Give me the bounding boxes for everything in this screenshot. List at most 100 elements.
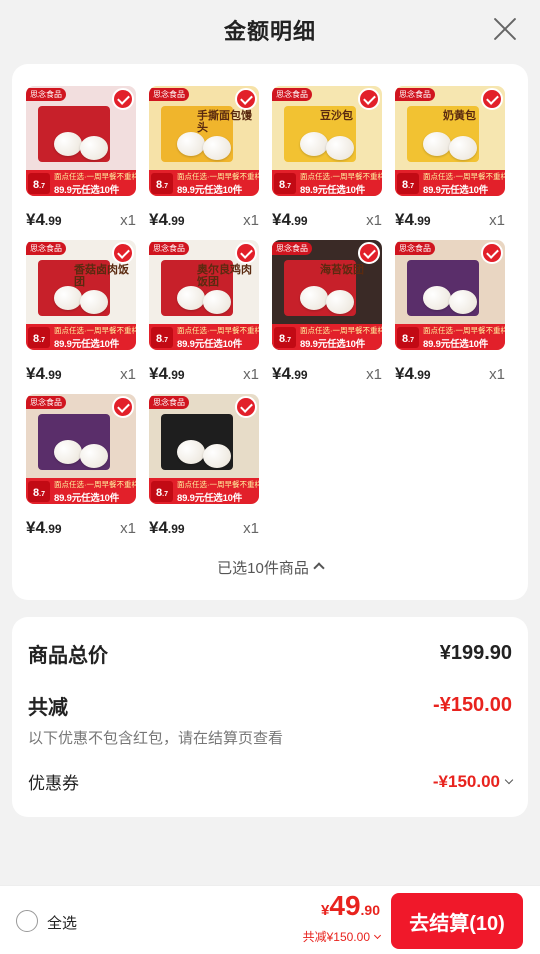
item-price-dec: .99 bbox=[44, 214, 62, 228]
promo-line2: 89.9元任选10件 bbox=[54, 185, 120, 196]
product-image: 思念食品 8.7 面点任选·一周早餐不重样 89.9元任选10件 bbox=[395, 240, 505, 350]
item-price-dec: .99 bbox=[167, 214, 185, 228]
bun-graphic bbox=[203, 290, 231, 314]
item-price: ¥4.99 bbox=[272, 364, 308, 384]
bun-graphic bbox=[449, 136, 477, 160]
promo-price-tag: 8.7 bbox=[28, 173, 50, 194]
checkmark-icon[interactable] bbox=[481, 88, 503, 110]
item-price-int: ¥4 bbox=[149, 518, 168, 537]
total-row: 商品总价 ¥199.90 bbox=[28, 639, 512, 668]
item-price-dec: .99 bbox=[44, 522, 62, 536]
item-price-int: ¥4 bbox=[272, 364, 291, 383]
brand-badge: 思念食品 bbox=[272, 88, 312, 101]
promo-line2: 89.9元任选10件 bbox=[177, 185, 243, 196]
bun-graphic bbox=[177, 132, 205, 156]
bun-graphic bbox=[300, 132, 328, 156]
promo-price-tag: 8.7 bbox=[274, 173, 296, 194]
item-price-int: ¥4 bbox=[26, 210, 45, 229]
coupon-row[interactable]: 优惠券 -¥150.00 bbox=[28, 769, 514, 794]
package-label: 手撕面包馒头 bbox=[197, 110, 252, 134]
checkmark-icon[interactable] bbox=[112, 396, 134, 418]
reduced-detail-toggle[interactable]: 共减¥150.00 bbox=[303, 928, 382, 945]
total-value: ¥199.90 bbox=[439, 642, 512, 664]
product-item[interactable]: 手撕面包馒头 思念食品 8.7 面点任选·一周早餐不重样 89.9元任选10件 ¥4.99… bbox=[149, 86, 259, 240]
bun-graphic bbox=[80, 136, 108, 160]
checkmark-icon[interactable] bbox=[235, 242, 257, 264]
product-item[interactable]: 豆沙包 思念食品 8.7 面点任选·一周早餐不重样 89.9元任选10件 ¥4.99 x1 bbox=[272, 86, 382, 240]
promo-strip: 8.7 面点任选·一周早餐不重样 89.9元任选10件 bbox=[272, 324, 382, 350]
bottom-bar: 全选 ¥49.90 共减¥150.00 去结算(10) bbox=[0, 885, 540, 954]
price-row: ¥4.99 x1 bbox=[395, 364, 505, 384]
product-item[interactable]: 奶黄包 思念食品 8.7 面点任选·一周早餐不重样 89.9元任选10件 ¥4.99 x1 bbox=[395, 86, 505, 240]
item-price-int: ¥4 bbox=[26, 364, 45, 383]
product-image: 奥尔良鸡肉饭团 思念食品 8.7 面点任选·一周早餐不重样 89.9元任选10件 bbox=[149, 240, 259, 350]
page-title: 金额明细 bbox=[223, 19, 316, 44]
promo-line1: 面点任选·一周早餐不重样 bbox=[177, 326, 259, 335]
product-list-card: 思念食品 8.7 面点任选·一周早餐不重样 89.9元任选10件 ¥4.99 x1 手撕面包… bbox=[12, 64, 528, 600]
promo-price-dec: .7 bbox=[162, 491, 168, 498]
checkout-button[interactable]: 去结算(10) bbox=[391, 893, 523, 949]
product-image: 思念食品 8.7 面点任选·一周早餐不重样 89.9元任选10件 bbox=[149, 394, 259, 504]
promo-price-tag: 8.7 bbox=[151, 481, 173, 502]
promo-price-dec: .7 bbox=[39, 183, 45, 190]
promo-line1: 面点任选·一周早餐不重样 bbox=[300, 172, 382, 181]
chevron-up-icon bbox=[313, 562, 325, 574]
product-grid: 思念食品 8.7 面点任选·一周早餐不重样 89.9元任选10件 ¥4.99 x1 手撕面包… bbox=[26, 86, 516, 548]
item-price: ¥4.99 bbox=[395, 210, 431, 230]
product-item[interactable]: 思念食品 8.7 面点任选·一周早餐不重样 89.9元任选10件 ¥4.99 x1 bbox=[149, 394, 259, 548]
price-row: ¥4.99 x1 bbox=[149, 518, 259, 538]
promo-price-tag: 8.7 bbox=[397, 173, 419, 194]
promo-strip: 8.7 面点任选·一周早餐不重样 89.9元任选10件 bbox=[395, 324, 505, 350]
brand-badge: 思念食品 bbox=[26, 396, 66, 409]
item-quantity: x1 bbox=[243, 366, 259, 383]
promo-line1: 面点任选·一周早餐不重样 bbox=[54, 480, 136, 489]
checkmark-icon[interactable] bbox=[358, 242, 380, 264]
promo-price-dec: .7 bbox=[408, 183, 414, 190]
checkmark-icon[interactable] bbox=[235, 88, 257, 110]
bun-graphic bbox=[203, 136, 231, 160]
product-item[interactable]: 海苔饭团 思念食品 8.7 面点任选·一周早餐不重样 89.9元任选10件 ¥4.99 x1 bbox=[272, 240, 382, 394]
item-price-dec: .99 bbox=[413, 368, 431, 382]
select-all-radio[interactable] bbox=[16, 910, 38, 932]
promo-line2: 89.9元任选10件 bbox=[300, 185, 366, 196]
bun-graphic bbox=[326, 290, 354, 314]
promo-strip: 8.7 面点任选·一周早餐不重样 89.9元任选10件 bbox=[272, 170, 382, 196]
promo-price-dec: .7 bbox=[285, 337, 291, 344]
package-label: 香菇卤肉饭团 bbox=[74, 264, 129, 288]
select-all-label[interactable]: 全选 bbox=[47, 912, 77, 933]
promo-line2: 89.9元任选10件 bbox=[423, 185, 489, 196]
promo-price-dec: .7 bbox=[39, 491, 45, 498]
reduce-value: -¥150.00 bbox=[433, 694, 512, 716]
item-price-dec: .99 bbox=[290, 214, 308, 228]
product-item[interactable]: 思念食品 8.7 面点任选·一周早餐不重样 89.9元任选10件 ¥4.99 x1 bbox=[395, 240, 505, 394]
promo-strip: 8.7 面点任选·一周早餐不重样 89.9元任选10件 bbox=[26, 478, 136, 504]
reduce-label: 共减 bbox=[28, 697, 68, 719]
product-item[interactable]: 香菇卤肉饭团 思念食品 8.7 面点任选·一周早餐不重样 89.9元任选10件 ¥4.99… bbox=[26, 240, 136, 394]
checkmark-icon[interactable] bbox=[112, 88, 134, 110]
product-item[interactable]: 奥尔良鸡肉饭团 思念食品 8.7 面点任选·一周早餐不重样 89.9元任选10件 ¥4.9… bbox=[149, 240, 259, 394]
checkmark-icon[interactable] bbox=[481, 242, 503, 264]
promo-price-dec: .7 bbox=[162, 337, 168, 344]
price-row: ¥4.99 x1 bbox=[26, 210, 136, 230]
item-price-int: ¥4 bbox=[149, 210, 168, 229]
item-price: ¥4.99 bbox=[149, 518, 185, 538]
bun-graphic bbox=[423, 286, 451, 310]
item-price: ¥4.99 bbox=[149, 364, 185, 384]
pay-fraction: .90 bbox=[360, 902, 380, 918]
product-item[interactable]: 思念食品 8.7 面点任选·一周早餐不重样 89.9元任选10件 ¥4.99 x1 bbox=[26, 86, 136, 240]
brand-badge: 思念食品 bbox=[149, 396, 189, 409]
checkmark-icon[interactable] bbox=[112, 242, 134, 264]
product-image: 思念食品 8.7 面点任选·一周早餐不重样 89.9元任选10件 bbox=[26, 86, 136, 196]
close-icon[interactable] bbox=[492, 16, 518, 42]
selected-count-toggle[interactable]: 已选10件商品 bbox=[12, 557, 528, 578]
item-price-int: ¥4 bbox=[272, 210, 291, 229]
checkmark-icon[interactable] bbox=[358, 88, 380, 110]
item-quantity: x1 bbox=[120, 212, 136, 229]
checkmark-icon[interactable] bbox=[235, 396, 257, 418]
bun-graphic bbox=[177, 440, 205, 464]
price-row: ¥4.99 x1 bbox=[149, 210, 259, 230]
product-item[interactable]: 思念食品 8.7 面点任选·一周早餐不重样 89.9元任选10件 ¥4.99 x1 bbox=[26, 394, 136, 548]
promo-price-tag: 8.7 bbox=[151, 327, 173, 348]
brand-badge: 思念食品 bbox=[26, 242, 66, 255]
bun-graphic bbox=[449, 290, 477, 314]
